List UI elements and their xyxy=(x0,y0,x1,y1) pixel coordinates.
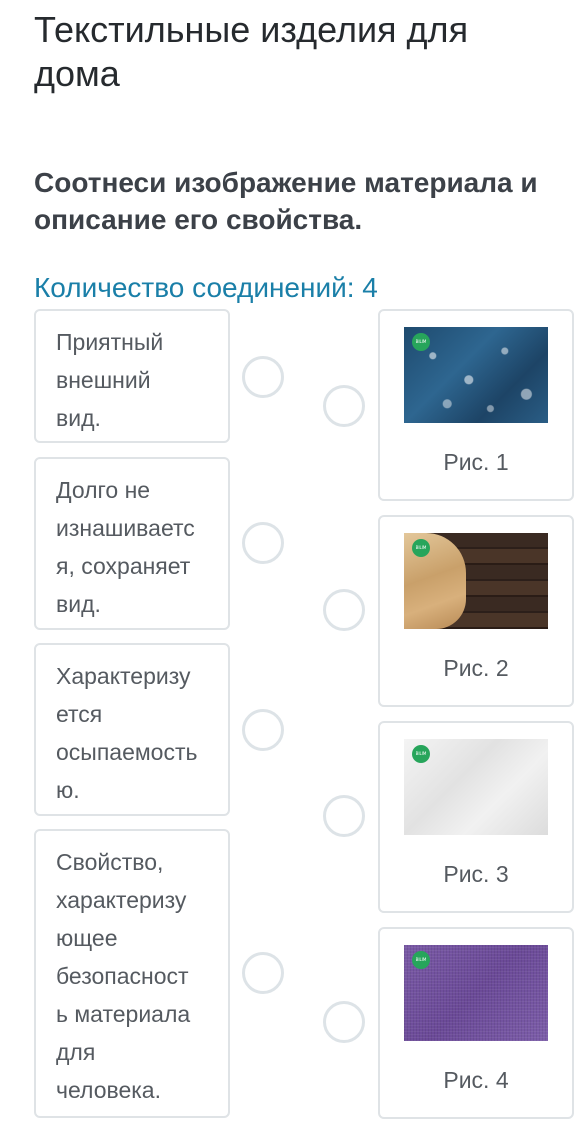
left-item-line: человека. xyxy=(56,1077,161,1103)
left-item-line: для xyxy=(56,1039,96,1065)
right-item-caption: Рис. 4 xyxy=(443,1067,509,1093)
left-item-line: осыпаемость xyxy=(56,739,198,765)
right-item-3[interactable]: BILIM Land Рис. 3 xyxy=(378,721,574,913)
right-connector-3[interactable] xyxy=(323,795,365,837)
connections-count: Количество соединений: 4 xyxy=(34,272,378,303)
bilimland-logo-icon: BILIM Land xyxy=(412,951,430,969)
right-connector-1[interactable] xyxy=(323,385,365,427)
right-item-caption: Рис. 3 xyxy=(443,861,509,887)
left-item-line: безопасност xyxy=(56,963,189,989)
left-item-1[interactable]: Приятный внешний вид. xyxy=(34,309,230,443)
water-drops-fabric-image: BILIM Land xyxy=(404,327,548,423)
right-connector-2[interactable] xyxy=(323,589,365,631)
burlap-on-wood-image: BILIM Land xyxy=(404,533,548,629)
left-connector-2[interactable] xyxy=(242,522,284,564)
right-item-4[interactable]: BILIM Land Рис. 4 xyxy=(378,927,574,1119)
right-item-caption: Рис. 2 xyxy=(443,655,509,681)
left-item-line: Приятный xyxy=(56,329,164,355)
bilimland-logo-icon: BILIM Land xyxy=(412,745,430,763)
left-item-line: Долго не xyxy=(56,477,151,503)
bilimland-logo-icon: BILIM Land xyxy=(412,539,430,557)
left-item-line: я, сохраняет xyxy=(56,553,191,579)
left-item-line: изнашиваетс xyxy=(56,515,195,541)
right-item-2[interactable]: BILIM Land Рис. 2 xyxy=(378,515,574,707)
left-item-line: ется xyxy=(56,701,103,727)
left-item-line: вид. xyxy=(56,405,101,431)
left-item-line: Свойство, xyxy=(56,849,164,875)
right-item-caption: Рис. 1 xyxy=(443,449,509,475)
bilimland-logo-icon: BILIM Land xyxy=(412,333,430,351)
page-title: Текстильные изделия для дома xyxy=(34,9,469,94)
left-item-line: характеризу xyxy=(56,887,187,913)
left-connector-3[interactable] xyxy=(242,709,284,751)
right-item-1[interactable]: BILIM Land Рис. 1 xyxy=(378,309,574,501)
left-connector-4[interactable] xyxy=(242,952,284,994)
white-crumpled-fabric-image: BILIM Land xyxy=(404,739,548,835)
purple-woven-fabric-image: BILIM Land xyxy=(404,945,548,1041)
left-item-4[interactable]: Свойство, характеризу ющее безопасност ь… xyxy=(34,829,230,1118)
question-text: Соотнеси изображение материала и описани… xyxy=(34,167,538,235)
left-item-line: Характеризу xyxy=(56,663,191,689)
right-connector-4[interactable] xyxy=(323,1001,365,1043)
left-connector-1[interactable] xyxy=(242,356,284,398)
left-item-line: ь материала xyxy=(56,1001,191,1027)
left-item-3[interactable]: Характеризу ется осыпаемость ю. xyxy=(34,643,230,816)
left-item-line: ющее xyxy=(56,925,118,951)
left-item-line: ю. xyxy=(56,777,80,803)
left-item-2[interactable]: Долго не изнашиваетс я, сохраняет вид. xyxy=(34,457,230,630)
left-item-line: вид. xyxy=(56,591,101,617)
left-item-line: внешний xyxy=(56,367,151,393)
